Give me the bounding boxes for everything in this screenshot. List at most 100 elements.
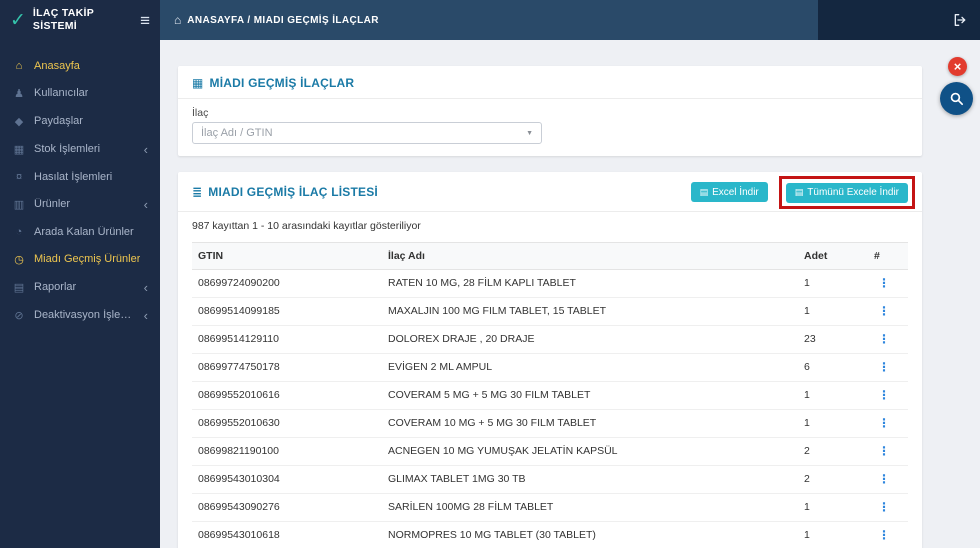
cell-qty: 1 <box>798 521 868 548</box>
breadcrumb-zone: ⌂ ANASAYFA / MIADI GEÇMİŞ İLAÇLAR <box>160 0 818 40</box>
close-button[interactable]: × <box>948 57 967 76</box>
row-actions-icon[interactable]: ⋮ <box>874 444 894 458</box>
table-row: 08699724090200 RATEN 10 MG, 28 FİLM KAPL… <box>192 269 908 298</box>
sidebar-item-label: Stok İşlemleri <box>34 143 101 155</box>
excel-file-icon: ▤ <box>699 186 709 197</box>
cell-drug-name: GLIMAX TABLET 1MG 30 TB <box>382 465 798 494</box>
sidebar-item-icon: ▤ <box>13 281 25 294</box>
row-actions-icon[interactable]: ⋮ <box>874 332 894 346</box>
row-actions-icon[interactable]: ⋮ <box>874 304 894 318</box>
cell-qty: 1 <box>798 493 868 522</box>
topbar-right <box>818 0 980 40</box>
sidebar-item[interactable]: ◆ Paydaşlar ‹ <box>0 107 160 135</box>
row-actions-icon[interactable]: ⋮ <box>874 528 894 542</box>
sidebar-header: ✓ İLAÇ TAKİP SİSTEMİ ≡ <box>0 0 160 40</box>
excel-file-icon: ▤ <box>794 187 804 197</box>
chevron-collapsed-icon: ‹ <box>143 196 148 212</box>
table-row: 08699774750178 EVİGEN 2 ML AMPUL 6 ⋮ <box>192 353 908 382</box>
cell-gtin: 08699514099185 <box>192 297 382 326</box>
app-title-line2: SİSTEMİ <box>32 20 78 32</box>
sidebar-item-icon: ◷ <box>14 253 24 266</box>
sidebar-item-icon: ⌂ <box>15 59 23 72</box>
app-window: ✓ İLAÇ TAKİP SİSTEMİ ≡ ⌂ Anasayfa ‹ ♟ Ku… <box>0 0 980 548</box>
table-row: 08699514099185 MAXALJIN 100 MG FILM TABL… <box>192 297 908 326</box>
filter-card: ▦ MİADI GEÇMİŞ İLAÇLAR İlaç İlaç Adı / G… <box>178 66 922 156</box>
sidebar-item-label: Miadı Geçmiş Ürünler <box>34 253 141 265</box>
list-card-actions: ▤ Excel İndir ▤ Tümünü Excele İndir <box>690 176 915 209</box>
logout-icon[interactable] <box>952 12 968 28</box>
cell-gtin: 08699724090200 <box>192 269 382 298</box>
cell-drug-name: DOLOREX DRAJE , 20 DRAJE <box>382 325 798 354</box>
list-card: ≣ MIADI GEÇMİŞ İLAÇ LİSTESİ ▤ Excel İndi… <box>178 172 922 548</box>
sidebar-item-icon: ▦ <box>13 143 25 156</box>
row-actions-icon[interactable]: ⋮ <box>874 416 894 430</box>
sidebar-item-label: Anasayfa <box>34 59 80 72</box>
sidebar-item-icon: ◆ <box>14 115 24 128</box>
hamburger-menu-icon[interactable]: ≡ <box>140 12 150 29</box>
sidebar-item[interactable]: ⊘ Deaktivasyon İşlemleri ‹ <box>0 301 160 329</box>
sidebar-item[interactable]: ♟ Kullanıcılar ‹ <box>0 79 160 107</box>
table-row: 08699543010304 GLIMAX TABLET 1MG 30 TB 2… <box>192 465 908 494</box>
sidebar: ✓ İLAÇ TAKİP SİSTEMİ ≡ ⌂ Anasayfa ‹ ♟ Ku… <box>0 0 160 548</box>
table-row: 08699552010630 COVERAM 10 MG + 5 MG 30 F… <box>192 409 908 438</box>
cell-drug-name: NORMOPRES 10 MG TABLET (30 TABLET) <box>382 521 798 548</box>
sidebar-item[interactable]: ▤ Raporlar ‹ <box>0 273 160 301</box>
drug-select[interactable]: İlaç Adı / GTIN ▼ <box>192 122 542 144</box>
sidebar-item[interactable]: ⌂ Anasayfa ‹ <box>0 52 160 79</box>
cell-gtin: 08699543010304 <box>192 465 382 494</box>
expired-drugs-table: GTIN İlaç Adı Adet # 08699724090200 RATE… <box>192 241 908 548</box>
close-icon: × <box>953 59 962 74</box>
app-logo-icon: ✓ <box>10 9 26 31</box>
filter-card-title-text: MİADI GEÇMİŞ İLAÇLAR <box>209 76 355 90</box>
chevron-collapsed-icon: ‹ <box>143 307 148 323</box>
sidebar-item-icon: ♟ <box>14 87 24 100</box>
sidebar-item-icon: ◔ <box>15 225 23 238</box>
cell-qty: 1 <box>798 269 868 298</box>
sidebar-item[interactable]: ◷ Miadı Geçmiş Ürünler ‹ <box>0 245 160 273</box>
row-actions-icon[interactable]: ⋮ <box>874 360 894 374</box>
row-actions-icon[interactable]: ⋮ <box>874 500 894 514</box>
list-card-title-text: MIADI GEÇMİŞ İLAÇ LİSTESİ <box>208 185 378 200</box>
table-row: 08699514129110 DOLOREX DRAJE , 20 DRAJE … <box>192 325 908 354</box>
row-actions-icon[interactable]: ⋮ <box>874 472 894 486</box>
excel-download-label: Excel İndir <box>712 186 759 198</box>
cell-gtin: 08699514129110 <box>192 325 382 354</box>
cell-qty: 6 <box>798 353 868 382</box>
excel-download-all-label: Tümünü Excele İndir <box>807 187 899 198</box>
content: ▦ MİADI GEÇMİŞ İLAÇLAR İlaç İlaç Adı / G… <box>160 40 980 548</box>
table-row: 08699552010616 COVERAM 5 MG + 5 MG 30 FI… <box>192 381 908 410</box>
cell-qty: 1 <box>798 297 868 326</box>
cell-gtin: 08699543010618 <box>192 521 382 548</box>
search-button[interactable] <box>940 82 973 115</box>
cell-drug-name: MAXALJIN 100 MG FILM TABLET, 15 TABLET <box>382 297 798 326</box>
sidebar-item-label: Kullanıcılar <box>34 87 89 99</box>
breadcrumb[interactable]: ANASAYFA / MIADI GEÇMİŞ İLAÇLAR <box>187 15 379 26</box>
app-title: İLAÇ TAKİP SİSTEMİ <box>33 7 133 32</box>
row-actions-icon[interactable]: ⋮ <box>874 276 894 290</box>
row-actions-icon[interactable]: ⋮ <box>874 388 894 402</box>
sidebar-item[interactable]: ◔ Arada Kalan Ürünler ‹ <box>0 218 160 245</box>
topbar: ⌂ ANASAYFA / MIADI GEÇMİŞ İLAÇLAR <box>160 0 980 40</box>
cell-gtin: 08699543090276 <box>192 493 382 522</box>
sidebar-item-label: Ürünler <box>34 198 71 210</box>
sidebar-item-icon: ¤ <box>15 170 23 183</box>
chevron-collapsed-icon: ‹ <box>143 141 148 157</box>
grid-icon: ▦ <box>192 76 204 90</box>
sidebar-item-label: Arada Kalan Ürünler <box>34 225 134 238</box>
cell-gtin: 08699821190100 <box>192 437 382 466</box>
sidebar-item-label: Hasılat İşlemleri <box>34 170 113 183</box>
sidebar-item[interactable]: ¤ Hasılat İşlemleri ‹ <box>0 163 160 190</box>
cell-gtin: 08699552010630 <box>192 409 382 438</box>
divider <box>178 210 922 212</box>
sidebar-item[interactable]: ▦ Stok İşlemleri ‹ <box>0 135 160 163</box>
excel-download-all-button[interactable]: ▤ Tümünü Excele İndir <box>785 182 908 203</box>
drug-select-value: İlaç Adı / GTIN <box>201 127 273 139</box>
chevron-collapsed-icon: ‹ <box>143 279 148 295</box>
excel-download-button[interactable]: ▤ Excel İndir <box>690 182 768 203</box>
sidebar-item-icon: ▥ <box>13 198 25 211</box>
sidebar-item-label: Raporlar <box>34 281 77 293</box>
search-icon <box>950 92 964 106</box>
list-card-title: ≣ MIADI GEÇMİŞ İLAÇ LİSTESİ <box>192 185 378 199</box>
table-row: 08699543090276 SARİLEN 100MG 28 FİLM TAB… <box>192 493 908 522</box>
sidebar-item[interactable]: ▥ Ürünler ‹ <box>0 190 160 218</box>
